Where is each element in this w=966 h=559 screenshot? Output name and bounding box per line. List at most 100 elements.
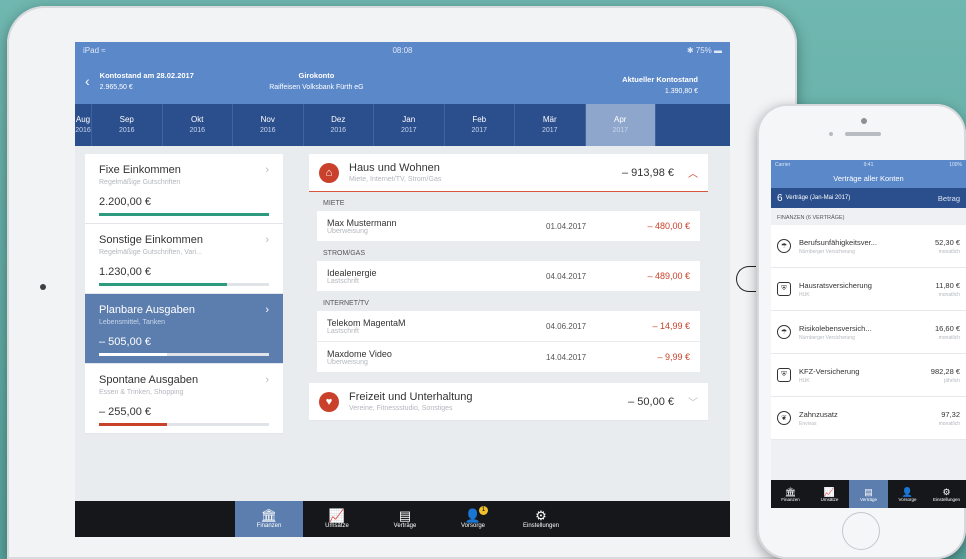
month-apr[interactable]: Apr 2017 [585,104,656,146]
transaction-list: MIETE Max Mustermann Überweisung 01.04.20… [309,192,708,379]
status-bar: iPad ≈ 08:08 ✱ 75% ▬ [75,42,730,58]
chevron-up-icon[interactable]: ︿ [688,165,698,180]
tab-einstellungen[interactable]: ⚙ Einstellungen [507,501,575,537]
tab-label: Einstellungen [932,496,961,502]
tab-label: Finanzen [256,523,282,529]
budget-cards: Fixe Einkommen Regelmäßige Gutschriften … [75,146,295,537]
list-item[interactable]: ☂ Berufsunfähigkeitsver... Nürnberger Ver… [771,225,966,268]
ipad-camera-dot [40,284,46,290]
balance-date-value: 2.965,50 € [99,83,133,91]
tab-umsaetze[interactable]: 📈 Umsätze [303,501,371,537]
list-item[interactable]: ⛨ Hausratsversicherung HUK 11,80 € monatli… [771,268,966,311]
item-amount: 52,30 € monatlich [935,238,960,255]
chart-icon: 📈 [823,486,836,497]
month-nov[interactable]: Nov 2016 [233,104,304,146]
category-leisure[interactable]: ♥ Freizeit und Unterhaltung Vereine, Fit… [309,383,708,421]
section-header-power: STROM/GAS [323,250,366,257]
item-period: monatlich [938,420,960,427]
status-battery: ✱ 75% ▬ [686,45,722,55]
month-label: Jan [402,115,416,124]
month-mar[interactable]: Mär 2017 [515,104,586,146]
phone-tab-bar: 🏛 Finanzen 📈 Umsätze ▤ Verträge 👤 Vorsorge ⚙… [771,480,966,508]
tab-label: Verträge [859,496,877,502]
item-subtitle: HUK [799,291,810,298]
ipad-device: iPad ≈ 08:08 ✱ 75% ▬ ‹ Kontostand am 28.… [7,6,797,559]
table-row[interactable]: Maxdome Video Überweisung 14.04.2017 – 9,… [317,342,700,372]
person-icon: 👤 [901,486,914,497]
month-sep[interactable]: Sep 2016 [92,104,163,146]
wifi-icon: ≈ [101,45,106,55]
table-row[interactable]: Max Mustermann Überweisung 01.04.2017 – 4… [317,211,700,241]
chevron-right-icon: › [265,374,269,386]
item-period: monatlich [938,291,960,298]
sort-button[interactable]: Betrag [938,194,960,203]
list-item[interactable]: ⛨ KFZ-Versicherung HUK 982,28 € jährlich [771,354,966,397]
phone-tab-vorsorge[interactable]: 👤 Vorsorge [888,480,927,508]
row-title: Idealenergie [327,267,377,278]
tab-label: Vorsorge [460,523,485,529]
status-device: iPad ≈ [83,45,106,55]
month-dez[interactable]: Dez 2016 [304,104,374,146]
item-title: Risikolebensversich... [799,323,872,333]
chevron-down-icon[interactable]: ﹀ [688,394,698,409]
iphone-sensor [829,132,833,136]
gear-icon: ⚙ [535,508,547,523]
tooth-icon: ❦ [777,411,791,425]
item-title: Hausratsversicherung [799,280,872,290]
month-okt[interactable]: Okt 2016 [163,104,233,146]
phone-title: Verträge aller Konten [771,170,966,188]
table-row[interactable]: Idealenergie Lastschrift 04.04.2017 – 489… [317,261,700,291]
month-feb[interactable]: Feb 2017 [445,104,515,146]
month-year: 2017 [471,127,488,134]
card-subtitle: Regelmäßige Gutschriften [99,179,181,186]
tab-vorsorge[interactable]: 👤 1 Vorsorge [439,501,507,537]
card-planned-expenses[interactable]: Planbare Ausgaben Lebensmittel, Tanken ›… [85,294,283,364]
month-label: Nov [260,115,275,124]
bank-icon: 🏛 [260,508,278,523]
progress-bar [99,213,269,216]
card-title: Spontane Ausgaben [99,374,199,386]
back-chevron-icon[interactable]: ‹ [85,73,90,89]
phone-tab-einstellungen[interactable]: ⚙ Einstellungen [927,480,966,508]
chevron-right-icon: › [265,304,269,316]
tab-vertraege[interactable]: ▤ Verträge [371,501,439,537]
account-title: Girokonto [298,70,335,80]
phone-tab-umsaetze[interactable]: 📈 Umsätze [810,480,849,508]
iphone-speaker [845,132,881,136]
shield-icon: ⛨ [777,282,791,296]
card-other-income[interactable]: Sonstige Einkommen Regelmäßige Gutschrif… [85,224,283,294]
battery-icon: ▬ [714,45,722,55]
phone-status-bar: Carrier 9:41 100% [771,160,966,170]
row-date: 04.04.2017 [546,271,587,281]
card-spontaneous-expenses[interactable]: Spontane Ausgaben Essen & Trinken, Shopp… [85,364,283,434]
category-housing[interactable]: ⌂ Haus und Wohnen Miete, Internet/TV, St… [309,154,708,192]
month-label: Okt [191,115,204,124]
list-item[interactable]: ☂ Risikolebensversich... Nürnberger Versi… [771,311,966,354]
month-aug[interactable]: Aug 2016 [75,104,92,146]
category-title: Haus und Wohnen [349,162,440,174]
card-fixed-income[interactable]: Fixe Einkommen Regelmäßige Gutschriften … [85,154,283,224]
phone-tab-vertraege[interactable]: ▤ Verträge [849,480,888,508]
category-name: Haus und Wohnen Miete, Internet/TV, Stro… [349,162,622,183]
list-item[interactable]: ❦ Zahnzusatz Envivas 97,32 monatlich [771,397,966,440]
item-subtitle: Envivas [799,420,817,427]
item-title: KFZ-Versicherung [799,366,860,376]
month-jan[interactable]: Jan 2017 [374,104,445,146]
tab-finanzen[interactable]: 🏛 Finanzen [235,501,303,537]
month-label: Sep [119,115,134,124]
row-subtitle: Überweisung [327,358,368,366]
card-title: Sonstige Einkommen [99,234,203,246]
card-subtitle: Regelmäßige Gutschriften, Vari... [99,249,202,256]
table-row[interactable]: Telekom MagentaM Lastschrift 04.06.2017 –… [317,311,700,341]
phone-tab-finanzen[interactable]: 🏛 Finanzen [771,480,810,508]
card-value: – 255,00 € [99,406,151,418]
row-title: Maxdome Video [327,348,392,359]
iphone-home-button[interactable] [842,512,880,550]
month-year: 2016 [189,127,206,134]
item-value: 16,60 € [934,323,960,333]
row-amount: – 480,00 € [647,221,690,231]
iphone-screen: Carrier 9:41 100% Verträge aller Konten … [771,160,966,508]
item-amount: 982,28 € jährlich [931,367,960,384]
chart-icon: 📈 [328,508,346,523]
category-subtitle: Vereine, Fitnessstudio, Sonstiges [349,405,453,412]
